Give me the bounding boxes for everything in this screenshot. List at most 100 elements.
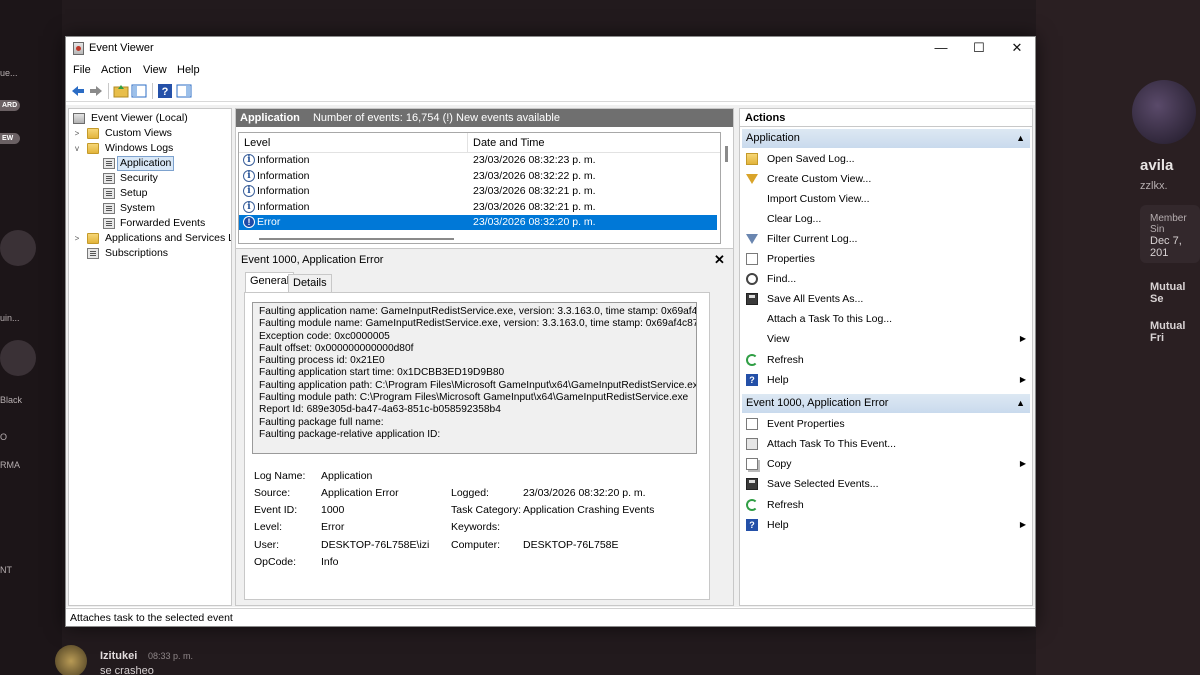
- action-create-custom-view[interactable]: Create Custom View...: [742, 169, 1030, 189]
- tree-item-custom-views[interactable]: > Custom Views: [73, 126, 223, 141]
- event-viewer-icon: [73, 42, 84, 55]
- chevron-down-icon[interactable]: v: [73, 141, 81, 156]
- folder-icon: [87, 233, 99, 244]
- bg-text: RMA: [0, 460, 20, 470]
- action-filter-current-log[interactable]: Filter Current Log...: [742, 229, 1030, 249]
- tab-general[interactable]: General: [245, 272, 295, 292]
- menu-file[interactable]: File: [73, 64, 91, 76]
- section-event[interactable]: Event 1000, Application Error ▲: [742, 394, 1030, 413]
- action-label: Attach a Task To this Log...: [767, 313, 893, 325]
- general-tab-content: Faulting application name: GameInputRedi…: [244, 292, 710, 600]
- title-bar[interactable]: Event Viewer — ☐ ✕: [66, 37, 1035, 61]
- status-bar: Attaches task to the selected event: [66, 608, 1035, 626]
- log-icon: [103, 173, 115, 184]
- tree-item-forwarded-events[interactable]: Forwarded Events: [103, 216, 223, 231]
- action-label: Find...: [767, 273, 797, 285]
- mutual-servers[interactable]: Mutual Se: [1150, 281, 1200, 305]
- action-import-custom-view[interactable]: Import Custom View...: [742, 189, 1030, 209]
- tab-details[interactable]: Details: [288, 274, 332, 292]
- tree-item-application[interactable]: Application: [103, 156, 223, 171]
- menu-action[interactable]: Action: [101, 64, 132, 76]
- collapse-icon[interactable]: ▲: [1016, 394, 1025, 413]
- tree-item-apps-services[interactable]: > Applications and Services Lo: [73, 231, 231, 246]
- action-label: Help: [767, 519, 789, 531]
- action-help[interactable]: ? Help ▶: [742, 370, 1030, 390]
- computer-value: DESKTOP-76L758E: [523, 539, 619, 551]
- level-value: Error: [321, 521, 345, 533]
- action-label: Attach Task To This Event...: [767, 438, 896, 450]
- profile-name: avila: [1140, 157, 1174, 174]
- up-folder-icon[interactable]: [113, 83, 129, 99]
- column-header-level[interactable]: Level: [239, 133, 468, 153]
- table-row[interactable]: i Information 23/03/2026 08:32:21 p. m.: [239, 184, 717, 199]
- toolbar: ?: [66, 80, 1035, 102]
- tree-label: Setup: [120, 187, 148, 199]
- submenu-arrow-icon: ▶: [1019, 334, 1026, 343]
- table-row-selected[interactable]: ! Error 23/03/2026 08:32:20 p. m.: [239, 215, 717, 230]
- server-icon: [0, 230, 36, 266]
- table-row[interactable]: i Information 23/03/2026 08:32:22 p. m.: [239, 169, 717, 184]
- action-attach-task-to-log[interactable]: Attach a Task To this Log...: [742, 309, 1030, 329]
- action-save-all-events[interactable]: Save All Events As...: [742, 289, 1030, 309]
- action-attach-task-to-event[interactable]: Attach Task To This Event...: [742, 434, 1030, 454]
- tree-item-windows-logs[interactable]: v Windows Logs: [73, 141, 223, 156]
- minimize-button[interactable]: —: [922, 37, 960, 61]
- close-button[interactable]: ✕: [998, 37, 1036, 61]
- forward-arrow-icon[interactable]: [88, 83, 104, 99]
- action-clear-log[interactable]: Clear Log...: [742, 209, 1030, 229]
- profile-handle: zzlkx.: [1140, 180, 1168, 192]
- log-name-value: Application: [321, 470, 373, 482]
- section-application[interactable]: Application ▲: [742, 129, 1030, 148]
- information-icon: i: [243, 169, 255, 182]
- back-arrow-icon[interactable]: [70, 83, 86, 99]
- vertical-scrollbar[interactable]: [722, 132, 732, 244]
- event-level: Information: [257, 154, 310, 166]
- help-icon[interactable]: ?: [157, 83, 173, 99]
- show-action-pane-icon[interactable]: [176, 83, 192, 99]
- action-view[interactable]: View ▶: [742, 329, 1030, 349]
- tree-item-system[interactable]: System: [103, 201, 223, 216]
- action-find[interactable]: Find...: [742, 269, 1030, 289]
- horizontal-scrollbar[interactable]: [259, 238, 454, 240]
- folder-icon: [87, 143, 99, 154]
- action-open-saved-log[interactable]: Open Saved Log...: [742, 149, 1030, 169]
- tree-item-security[interactable]: Security: [103, 171, 223, 186]
- chevron-right-icon[interactable]: >: [73, 126, 81, 141]
- event-id-label: Event ID:: [254, 504, 298, 516]
- event-detail-panel: Event 1000, Application Error ✕ General …: [236, 248, 733, 605]
- event-date: 23/03/2026 08:32:20 p. m.: [473, 216, 596, 228]
- toolbar-separator: [152, 83, 153, 99]
- action-event-properties[interactable]: Event Properties: [742, 414, 1030, 434]
- logged-value: 23/03/2026 08:32:20 p. m.: [523, 487, 646, 499]
- tree-label: Custom Views: [105, 127, 172, 139]
- log-icon: [103, 218, 115, 229]
- scrollbar-thumb[interactable]: [725, 146, 728, 162]
- event-description[interactable]: Faulting application name: GameInputRedi…: [252, 302, 697, 454]
- close-icon[interactable]: ✕: [714, 252, 725, 268]
- maximize-button[interactable]: ☐: [960, 37, 998, 61]
- tree-item-subscriptions[interactable]: Subscriptions: [73, 246, 223, 261]
- background-server-rail: ue... ARD EW uin... Black O RMA NT: [0, 0, 62, 675]
- action-label: Filter Current Log...: [767, 233, 858, 245]
- chevron-right-icon[interactable]: >: [73, 231, 81, 246]
- mutual-friends[interactable]: Mutual Fri: [1150, 320, 1200, 344]
- menu-view[interactable]: View: [143, 64, 167, 76]
- column-header-date[interactable]: Date and Time: [468, 133, 720, 153]
- action-copy[interactable]: Copy ▶: [742, 454, 1030, 474]
- action-help-event[interactable]: ? Help ▶: [742, 515, 1030, 535]
- menu-help[interactable]: Help: [177, 64, 200, 76]
- show-hide-tree-icon[interactable]: [131, 83, 147, 99]
- event-level: Information: [257, 185, 310, 197]
- action-save-selected-events[interactable]: Save Selected Events...: [742, 474, 1030, 494]
- funnel-icon: [746, 174, 758, 184]
- log-icon: [103, 188, 115, 199]
- collapse-icon[interactable]: ▲: [1016, 129, 1025, 148]
- table-row[interactable]: i Information 23/03/2026 08:32:23 p. m.: [239, 153, 717, 168]
- action-refresh-event[interactable]: Refresh: [742, 495, 1030, 515]
- action-refresh[interactable]: Refresh: [742, 350, 1030, 370]
- tree-item-setup[interactable]: Setup: [103, 186, 223, 201]
- action-label: Import Custom View...: [767, 193, 870, 205]
- action-properties[interactable]: Properties: [742, 249, 1030, 269]
- chat-message: se crasheo: [100, 665, 154, 675]
- table-row[interactable]: i Information 23/03/2026 08:32:21 p. m.: [239, 200, 717, 215]
